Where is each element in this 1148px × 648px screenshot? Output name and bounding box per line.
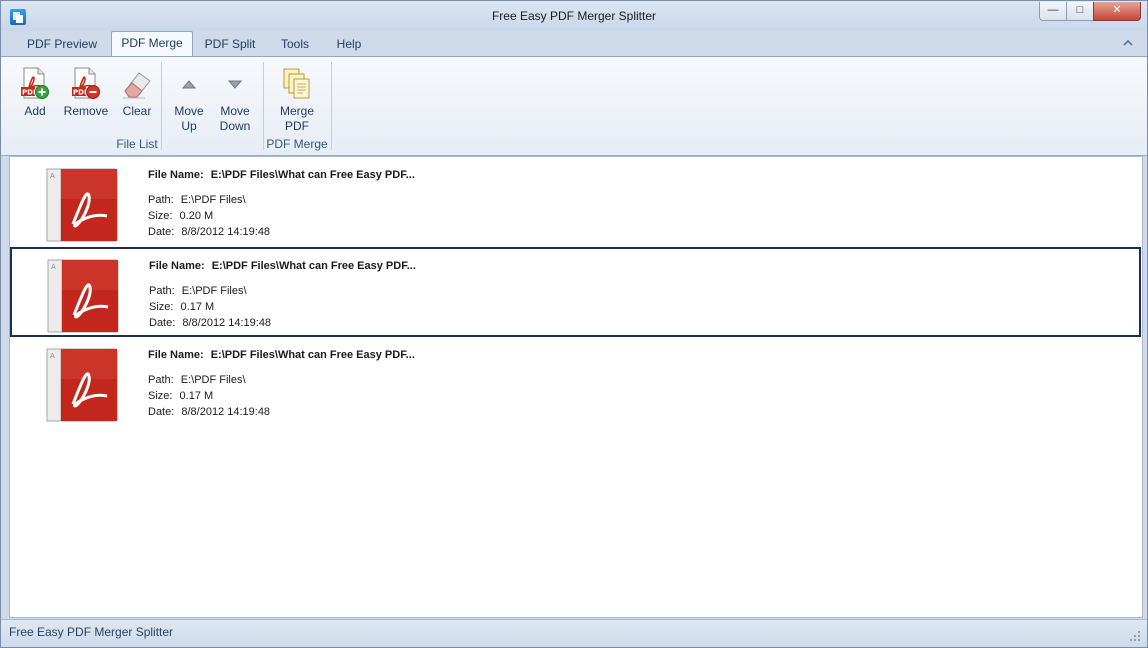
merge-label-1: Merge (279, 104, 314, 118)
file-date-row: Date: 8/8/2012 14:19:48 (149, 315, 416, 331)
merge-pdf-button[interactable]: Merge PDF (271, 57, 323, 134)
pdf-remove-icon: PDF (70, 67, 102, 101)
file-date-row: Date: 8/8/2012 14:19:48 (148, 224, 415, 240)
clear-label: Clear (122, 104, 152, 118)
file-name-value: E:\PDF Files\What can Free Easy PDF... (211, 260, 416, 272)
ribbon-separator (331, 62, 332, 150)
file-list-group-label: File List (116, 137, 158, 151)
file-path-value: E:\PDF Files\ (180, 374, 246, 386)
file-name-label: File Name: (148, 349, 204, 361)
move-down-label-1: Move (220, 104, 250, 118)
file-date-label: Date: (148, 406, 175, 418)
eraser-icon (121, 67, 153, 101)
add-button[interactable]: PDF Add (13, 57, 57, 119)
file-path-row: Path: E:\PDF Files\ (149, 283, 416, 299)
ribbon: PDF Add PDF Remove Clear Move Up Move Do… (1, 56, 1147, 156)
resize-grip-icon[interactable] (1129, 630, 1141, 642)
tab-pdf-preview[interactable]: PDF Preview (19, 33, 105, 55)
pdf-file-icon: A (46, 259, 120, 333)
file-info: File Name: E:\PDF Files\What can Free Ea… (148, 167, 415, 240)
file-date-label: Date: (149, 317, 176, 329)
file-path-value: E:\PDF Files\ (180, 194, 246, 206)
minimize-button[interactable]: — (1039, 2, 1067, 21)
tab-tools[interactable]: Tools (271, 33, 319, 55)
list-item[interactable]: A File Name: E:\PDF Files\What can Free … (11, 338, 1139, 424)
app-window: Free Easy PDF Merger Splitter — □ ✕ PDF … (0, 0, 1148, 648)
file-date-value: 8/8/2012 14:19:48 (181, 226, 271, 238)
ribbon-tabs: PDF Preview PDF Merge PDF Split Tools He… (1, 31, 1147, 57)
move-up-label-2: Up (181, 119, 197, 133)
list-item[interactable]: A File Name: E:\PDF Files\What can Free … (11, 158, 1139, 244)
move-up-label-1: Move (174, 104, 204, 118)
file-info: File Name: E:\PDF Files\What can Free Ea… (149, 258, 416, 331)
file-size-value: 0.17 M (179, 390, 214, 402)
merge-documents-icon (281, 67, 313, 101)
file-name-row: File Name: E:\PDF Files\What can Free Ea… (148, 167, 415, 183)
file-date-label: Date: (148, 226, 175, 238)
remove-label: Remove (63, 104, 109, 118)
svg-text:A: A (51, 263, 56, 271)
file-name-value: E:\PDF Files\What can Free Easy PDF... (210, 349, 415, 361)
move-down-label-2: Down (219, 119, 251, 133)
file-name-label: File Name: (148, 169, 204, 181)
file-name-value: E:\PDF Files\What can Free Easy PDF... (210, 169, 415, 181)
file-size-row: Size: 0.17 M (149, 299, 416, 315)
maximize-button[interactable]: □ (1066, 2, 1094, 21)
clear-button[interactable]: Clear (115, 57, 159, 119)
file-path-label: Path: (149, 285, 175, 297)
file-path-row: Path: E:\PDF Files\ (148, 372, 415, 388)
file-date-value: 8/8/2012 14:19:48 (182, 317, 272, 329)
tab-pdf-merge[interactable]: PDF Merge (111, 31, 193, 57)
file-date-value: 8/8/2012 14:19:48 (181, 406, 271, 418)
file-size-label: Size: (148, 210, 173, 222)
close-button[interactable]: ✕ (1093, 2, 1141, 21)
pdf-add-icon: PDF (19, 67, 51, 101)
file-date-row: Date: 8/8/2012 14:19:48 (148, 404, 415, 420)
merge-label-2: PDF (285, 119, 309, 133)
file-info: File Name: E:\PDF Files\What can Free Ea… (148, 347, 415, 420)
move-up-button[interactable]: Move Up (167, 57, 211, 134)
file-size-label: Size: (148, 390, 173, 402)
svg-text:A: A (50, 172, 55, 180)
pdf-file-icon: A (45, 348, 119, 422)
list-item[interactable]: A File Name: E:\PDF Files\What can Free … (10, 247, 1141, 337)
ribbon-collapse-icon[interactable] (1123, 38, 1133, 48)
file-size-label: Size: (149, 301, 174, 313)
add-label: Add (24, 104, 46, 118)
file-name-row: File Name: E:\PDF Files\What can Free Ea… (149, 258, 416, 274)
window-title: Free Easy PDF Merger Splitter (491, 9, 657, 23)
triangle-down-icon (219, 67, 251, 101)
file-path-label: Path: (148, 194, 174, 206)
file-name-label: File Name: (149, 260, 205, 272)
tab-help[interactable]: Help (327, 33, 371, 55)
file-size-row: Size: 0.17 M (148, 388, 415, 404)
svg-text:A: A (50, 352, 55, 360)
pdf-merge-group-label: PDF Merge (266, 137, 328, 151)
move-down-button[interactable]: Move Down (213, 57, 257, 134)
file-size-row: Size: 0.20 M (148, 208, 415, 224)
remove-button[interactable]: PDF Remove (59, 57, 113, 119)
file-path-row: Path: E:\PDF Files\ (148, 192, 415, 208)
pdf-file-icon: A (45, 168, 119, 242)
file-list[interactable]: A File Name: E:\PDF Files\What can Free … (9, 156, 1143, 618)
tab-pdf-split[interactable]: PDF Split (197, 33, 263, 55)
file-size-value: 0.20 M (179, 210, 214, 222)
file-name-row: File Name: E:\PDF Files\What can Free Ea… (148, 347, 415, 363)
status-bar: Free Easy PDF Merger Splitter (1, 619, 1147, 647)
file-size-value: 0.17 M (180, 301, 215, 313)
status-text: Free Easy PDF Merger Splitter (9, 625, 174, 639)
file-path-label: Path: (148, 374, 174, 386)
title-bar[interactable]: Free Easy PDF Merger Splitter — □ ✕ (1, 1, 1147, 31)
file-path-value: E:\PDF Files\ (181, 285, 247, 297)
triangle-up-icon (173, 67, 205, 101)
